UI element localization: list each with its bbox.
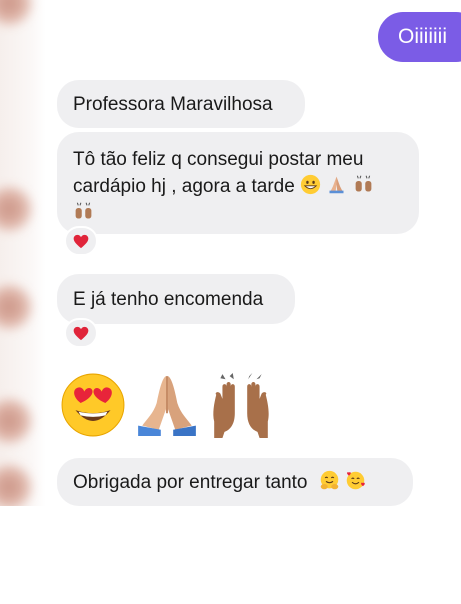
emoji-only-message[interactable] [60, 372, 274, 442]
folded-hands-icon [138, 376, 196, 436]
raised-hands-icon [75, 202, 92, 219]
heart-icon [73, 326, 89, 340]
raised-hands-icon [355, 175, 372, 192]
message-text: Professora Maravilhosa [73, 94, 273, 115]
hugging-face-icon [320, 470, 339, 490]
folded-hands-icon [329, 176, 344, 194]
message-text: E já tenho encomenda [73, 289, 264, 310]
raised-hands-icon [213, 373, 269, 438]
received-message-bubble[interactable]: Tô tão feliz q consegui postar meu cardá… [57, 132, 419, 234]
empty-area [0, 506, 461, 604]
smiling-face-with-hearts-icon [346, 471, 365, 490]
chat-screen: Oiiiiiii Professora Maravilhosa Tô tão f… [0, 0, 461, 604]
heart-reaction[interactable] [64, 226, 98, 256]
received-message-bubble[interactable]: Obrigada por entregar tanto [57, 458, 413, 506]
message-text: Obrigada por entregar tanto [73, 472, 308, 493]
heart-icon [73, 234, 89, 248]
received-message-bubble[interactable]: Professora Maravilhosa [57, 80, 305, 128]
sent-message-bubble[interactable]: Oiiiiiii [378, 12, 461, 62]
grinning-face-icon [300, 174, 321, 195]
heart-eyes-icon [61, 373, 125, 437]
heart-reaction[interactable] [64, 318, 98, 348]
received-message-bubble[interactable]: E já tenho encomenda [57, 274, 295, 324]
